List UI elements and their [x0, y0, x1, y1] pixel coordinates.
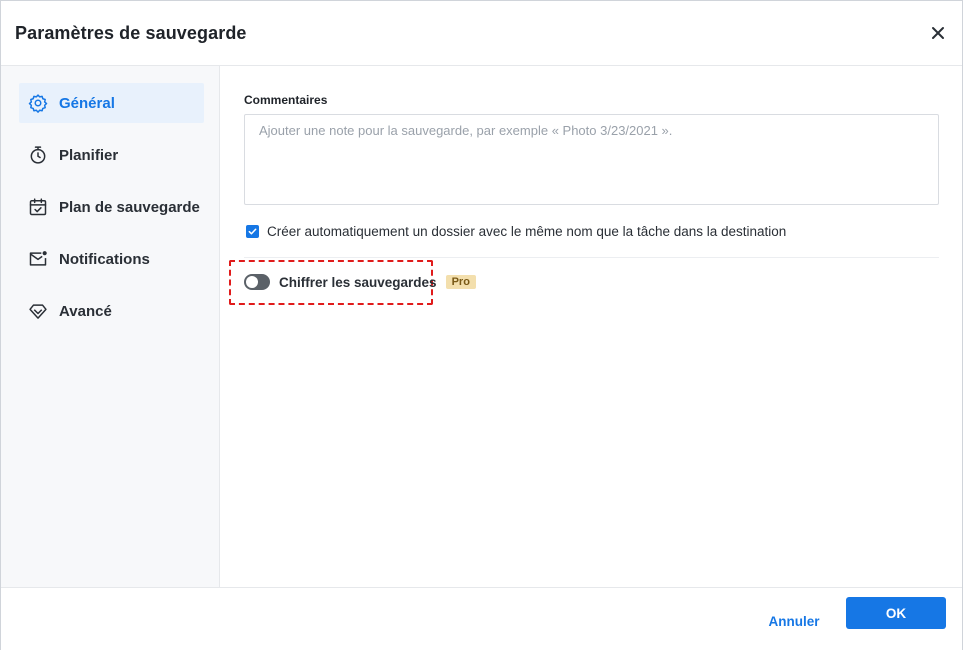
sidebar-item-general[interactable]: Général	[19, 83, 204, 123]
sidebar-item-label: Notifications	[59, 250, 150, 268]
ok-button[interactable]: OK	[846, 597, 946, 629]
diamond-icon	[27, 300, 49, 322]
gear-icon	[27, 92, 49, 114]
general-settings-panel: Commentaires Créer automatiquement un do…	[220, 66, 962, 587]
auto-folder-label: Créer automatiquement un dossier avec le…	[267, 224, 787, 239]
title-bar: Paramètres de sauvegarde	[1, 1, 962, 66]
close-icon	[932, 27, 944, 39]
comments-label: Commentaires	[244, 93, 328, 107]
mail-notification-icon	[27, 248, 49, 270]
encrypt-label: Chiffrer les sauvegardes	[279, 274, 437, 290]
encrypt-toggle[interactable]	[244, 274, 270, 290]
sidebar-item-label: Avancé	[59, 302, 112, 320]
stopwatch-icon	[27, 144, 49, 166]
sidebar-item-label: Général	[59, 94, 115, 112]
sidebar-item-schedule[interactable]: Planifier	[19, 135, 204, 175]
sidebar-item-label: Plan de sauvegarde	[59, 198, 200, 216]
checkmark-icon	[248, 228, 257, 235]
sidebar: Général Planifier Plan de sauvegarde Not…	[1, 66, 220, 587]
cancel-button[interactable]: Annuler	[758, 605, 830, 637]
comments-textarea[interactable]	[244, 114, 939, 205]
auto-folder-checkbox[interactable]	[246, 225, 259, 238]
auto-folder-option: Créer automatiquement un dossier avec le…	[246, 224, 786, 239]
close-button[interactable]	[926, 21, 950, 45]
sidebar-item-label: Planifier	[59, 146, 119, 164]
dialog-title: Paramètres de sauvegarde	[15, 23, 247, 43]
backup-settings-dialog: Paramètres de sauvegarde Général Planifi…	[0, 0, 963, 650]
divider	[244, 257, 939, 258]
pro-badge: Pro	[445, 275, 476, 289]
sidebar-item-notifications[interactable]: Notifications	[19, 239, 204, 279]
sidebar-item-backup-plan[interactable]: Plan de sauvegarde	[19, 187, 204, 227]
calendar-check-icon	[27, 196, 49, 218]
toggle-knob	[246, 276, 258, 288]
encrypt-option: Chiffrer les sauvegardes Pro	[244, 274, 476, 290]
dialog-footer: Annuler OK	[1, 587, 962, 650]
sidebar-item-advanced[interactable]: Avancé	[19, 291, 204, 331]
